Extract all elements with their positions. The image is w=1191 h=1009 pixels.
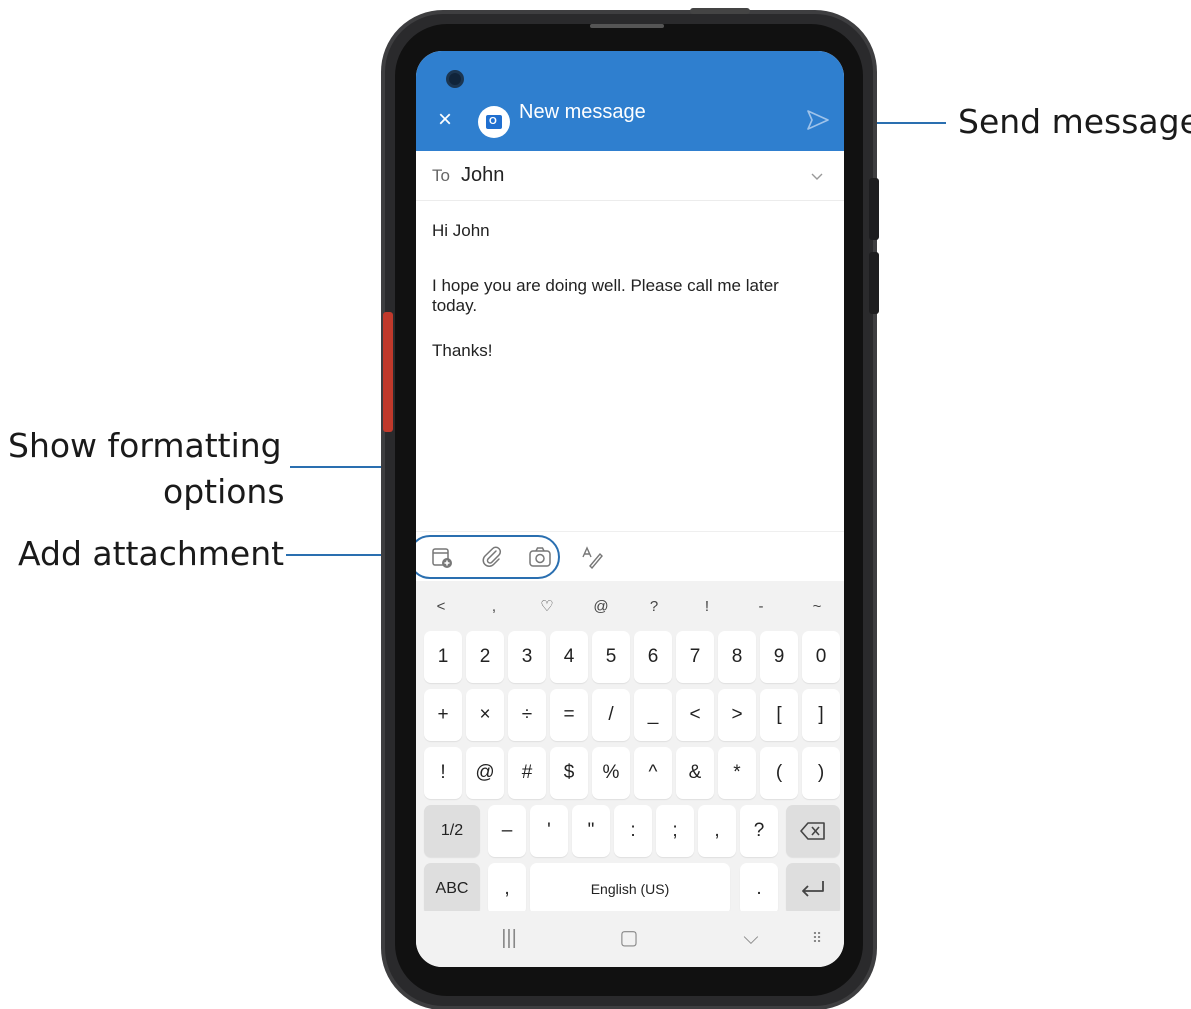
key[interactable]: _ <box>634 689 672 741</box>
top-key <box>690 8 750 14</box>
symbol-key[interactable]: ~ <box>802 589 832 625</box>
key[interactable]: ! <box>424 747 462 799</box>
key[interactable]: × <box>466 689 504 741</box>
outlook-icon: O <box>478 106 510 138</box>
key[interactable]: $ <box>550 747 588 799</box>
key[interactable]: = <box>550 689 588 741</box>
comma-key[interactable]: , <box>488 863 526 915</box>
key[interactable]: # <box>508 747 546 799</box>
key[interactable]: 0 <box>802 631 840 683</box>
key[interactable]: + <box>424 689 462 741</box>
abc-key[interactable]: ABC <box>424 863 480 915</box>
key[interactable]: @ <box>466 747 504 799</box>
key[interactable]: 5 <box>592 631 630 683</box>
symbol-key[interactable]: ♡ <box>532 589 562 625</box>
compose-toolbar <box>416 531 844 581</box>
callout-show-formatting-line1: Show formatting <box>8 426 282 465</box>
attachment-highlight <box>416 535 560 579</box>
period-key[interactable]: . <box>740 863 778 915</box>
key[interactable]: < <box>676 689 714 741</box>
key[interactable]: 1 <box>424 631 462 683</box>
callout-add-attachment: Add attachment <box>18 534 285 573</box>
symbol-suggestion-bar: < , ♡ @ ? ! - ~ <box>416 589 844 625</box>
symbol-key[interactable]: ? <box>639 589 669 625</box>
format-text-icon[interactable] <box>580 545 604 569</box>
message-signoff[interactable]: Thanks! <box>432 341 492 361</box>
keyboard: < , ♡ @ ? ! - ~ 1 2 3 4 5 6 7 8 9 0 + × … <box>416 581 844 915</box>
key[interactable]: & <box>676 747 714 799</box>
key[interactable]: – <box>488 805 526 857</box>
navigation-bar: ||| ▢ ⌵ ⠿ <box>416 911 844 967</box>
key[interactable]: : <box>614 805 652 857</box>
callout-send-message: Send message <box>958 102 1191 141</box>
phone-screen: × O New message To John Hi John I hope y… <box>416 51 844 967</box>
key[interactable]: ' <box>530 805 568 857</box>
symbol-key[interactable]: - <box>746 589 776 625</box>
key[interactable]: 6 <box>634 631 672 683</box>
key[interactable]: > <box>718 689 756 741</box>
key[interactable]: ^ <box>634 747 672 799</box>
key[interactable]: % <box>592 747 630 799</box>
chevron-down-icon[interactable] <box>810 169 824 183</box>
message-body[interactable]: I hope you are doing well. Please call m… <box>432 276 827 316</box>
key[interactable]: * <box>718 747 756 799</box>
page-title: New message <box>519 101 646 123</box>
symbol-key[interactable]: < <box>426 589 456 625</box>
subject-field[interactable]: Hi John <box>432 221 490 241</box>
volume-down-key <box>869 252 879 314</box>
backspace-key[interactable] <box>786 805 840 857</box>
key[interactable]: [ <box>760 689 798 741</box>
back-button[interactable]: ⌵ <box>736 925 766 951</box>
key[interactable]: 3 <box>508 631 546 683</box>
callout-show-formatting-line2: options <box>163 472 285 511</box>
key[interactable]: 4 <box>550 631 588 683</box>
key[interactable]: 2 <box>466 631 504 683</box>
enter-icon <box>802 881 824 897</box>
key[interactable]: ( <box>760 747 798 799</box>
symbol-key[interactable]: , <box>479 589 509 625</box>
enter-key[interactable] <box>786 863 840 915</box>
key[interactable]: " <box>572 805 610 857</box>
close-icon[interactable]: × <box>434 108 456 132</box>
key[interactable]: ] <box>802 689 840 741</box>
key[interactable]: ? <box>740 805 778 857</box>
key[interactable]: / <box>592 689 630 741</box>
key[interactable]: ÷ <box>508 689 546 741</box>
front-camera <box>446 70 464 88</box>
recipient: John <box>461 164 505 186</box>
to-label: To <box>432 166 450 185</box>
backspace-icon <box>800 822 825 840</box>
compose-app-bar: × O New message <box>416 51 844 151</box>
keyboard-icon[interactable]: ⠿ <box>804 925 830 951</box>
volume-up-key <box>869 178 879 240</box>
space-bar[interactable]: English (US) <box>530 863 730 915</box>
symbol-key[interactable]: @ <box>586 589 616 625</box>
to-field[interactable]: To John <box>416 151 844 201</box>
key[interactable]: 9 <box>760 631 798 683</box>
side-key-red <box>383 312 393 432</box>
page-toggle-key[interactable]: 1/2 <box>424 805 480 857</box>
send-icon[interactable] <box>806 109 830 131</box>
recents-button[interactable]: ||| <box>494 925 524 951</box>
key[interactable]: ; <box>656 805 694 857</box>
key[interactable]: ) <box>802 747 840 799</box>
symbol-key[interactable]: ! <box>692 589 722 625</box>
speaker-slot <box>590 24 664 28</box>
home-button[interactable]: ▢ <box>614 925 644 951</box>
key[interactable]: 7 <box>676 631 714 683</box>
key[interactable]: , <box>698 805 736 857</box>
key[interactable]: 8 <box>718 631 756 683</box>
